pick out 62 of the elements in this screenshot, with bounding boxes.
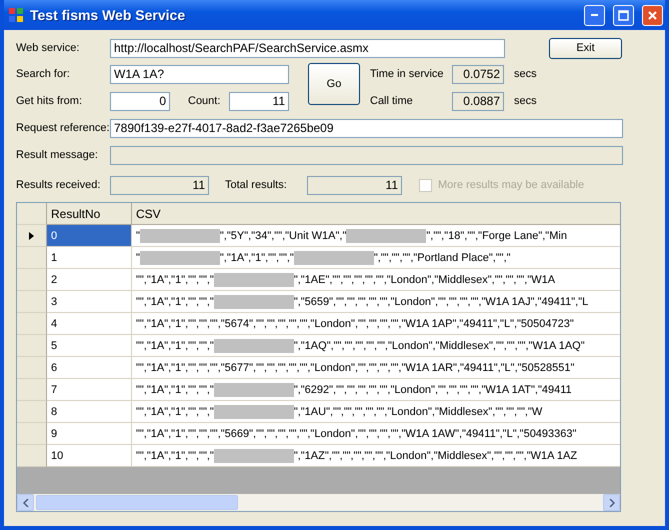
secs-label: secs bbox=[514, 95, 538, 107]
table-cell: "","1A","1","","","","5677","","","","","","London","","","","","W1A 1AR","49411","L","50528551" bbox=[132, 357, 620, 379]
column-header[interactable]: CSV bbox=[132, 203, 620, 225]
table-cell: "","1A","1","",""," ","1AQ","","","","","","London","Middlesex","","","","W1A 1AQ" bbox=[132, 335, 620, 357]
total-results-field: 11 bbox=[307, 176, 402, 194]
window-title: Test fisms Web Service bbox=[30, 7, 186, 23]
result-message-label: Result message: bbox=[16, 149, 99, 161]
table-cell: " ","5Y","34","","Unit W1A"," ","","18","","Forge Lane","Min bbox=[132, 225, 620, 247]
table-cell: "","1A","1","",""," ","1AU","","","","","","London","Middlesex","","","","W bbox=[132, 401, 620, 423]
get-hits-from-label: Get hits from: bbox=[16, 95, 84, 107]
table-cell: 5 bbox=[47, 335, 132, 357]
table-cell: " ","1A","1","",""," ","","","","Portland Place",""," bbox=[132, 247, 620, 269]
maximize-icon bbox=[618, 10, 629, 20]
table-cell: 0 bbox=[47, 225, 132, 247]
minimize-button[interactable] bbox=[584, 4, 605, 26]
table-cell: 9 bbox=[47, 423, 132, 445]
results-received-label: Results received: bbox=[16, 179, 102, 191]
request-reference-label: Request reference: bbox=[16, 122, 110, 134]
horizontal-scrollbar[interactable] bbox=[17, 494, 620, 511]
go-button[interactable]: Go bbox=[308, 63, 360, 105]
table-cell: "","1A","1","",""," ","6292","","","","","","London","","","","","W1A 1AT","49411 bbox=[132, 379, 620, 401]
time-in-service-field: 0.0752 bbox=[452, 64, 504, 84]
table-cell: "","1A","1","","","","5674","","","","","","London","","","","","W1A 1AP","49411","L","50504723" bbox=[132, 313, 620, 335]
table-cell: "","1A","1","",""," ","5659","","","","","","London","","","","","W1A 1AJ","49411","L bbox=[132, 291, 620, 313]
table-cell: 3 bbox=[47, 291, 132, 313]
secs-label: secs bbox=[514, 68, 538, 80]
table-cell: 6 bbox=[47, 357, 132, 379]
count-field[interactable]: 11 bbox=[229, 92, 289, 110]
results-received-field: 11 bbox=[110, 176, 209, 194]
maximize-button[interactable] bbox=[613, 4, 634, 26]
scroll-right-icon[interactable] bbox=[608, 498, 614, 506]
time-in-service-label: Time in service bbox=[370, 68, 445, 80]
search-for-label: Search for: bbox=[16, 68, 71, 80]
table-cell: 2 bbox=[47, 269, 132, 291]
call-time-label: Call time bbox=[370, 95, 414, 107]
row-header[interactable] bbox=[17, 225, 47, 247]
request-reference-field[interactable]: 7890f139-e27f-4017-8ad2-f3ae7265be09 bbox=[110, 118, 623, 138]
call-time-field: 0.0887 bbox=[452, 92, 504, 110]
close-icon bbox=[647, 10, 658, 20]
table-cell: "","1A","1","","","","5669","","","","","","London","","","","","W1A 1AW","49411","L","50493363" bbox=[132, 423, 620, 445]
minimize-icon bbox=[591, 14, 598, 16]
exit-button[interactable]: Exit bbox=[549, 38, 622, 58]
current-row-icon bbox=[29, 232, 34, 240]
column-header[interactable]: ResultNo bbox=[47, 203, 132, 225]
table-cell: 10 bbox=[47, 445, 132, 467]
close-button[interactable] bbox=[642, 4, 663, 26]
web-service-label: Web service: bbox=[16, 42, 80, 54]
corner-header bbox=[17, 203, 47, 225]
table-cell: "","1A","1","",""," ","1AZ","","","","","","London","Middlesex","","","","W1A 1AZ bbox=[132, 445, 620, 467]
app-icon bbox=[8, 7, 24, 23]
table-cell: 4 bbox=[47, 313, 132, 335]
more-results-label: More results may be available bbox=[438, 179, 586, 191]
table-cell: 7 bbox=[47, 379, 132, 401]
count-label: Count: bbox=[188, 95, 222, 107]
scroll-left-icon[interactable] bbox=[22, 498, 28, 506]
total-results-label: Total results: bbox=[225, 179, 288, 191]
table-cell: 1 bbox=[47, 247, 132, 269]
table-cell: "","1A","1","",""," ","1AE","","","","","","London","Middlesex","","","","W1A bbox=[132, 269, 620, 291]
table-cell: 8 bbox=[47, 401, 132, 423]
web-service-field[interactable]: http://localhost/SearchPAF/SearchService.asmx bbox=[110, 38, 505, 58]
search-field[interactable]: W1A 1A? bbox=[110, 64, 289, 84]
hits-from-field[interactable]: 0 bbox=[110, 92, 170, 110]
